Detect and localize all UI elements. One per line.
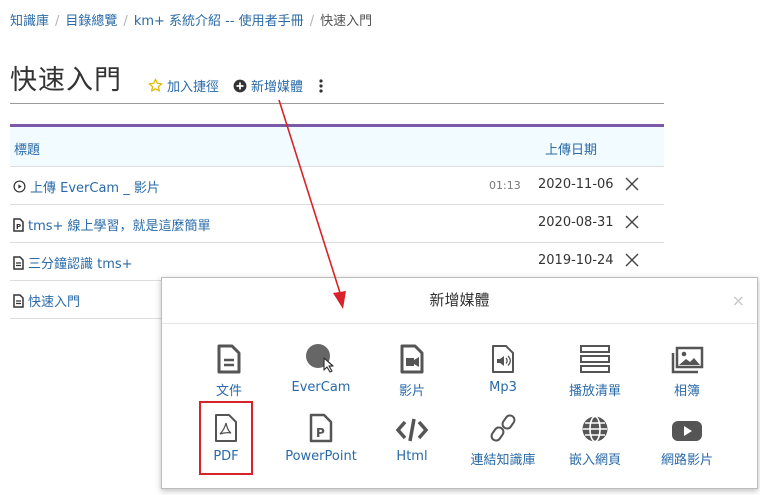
media-type-web-video[interactable]: 網路影片 (642, 403, 732, 471)
media-type-doc[interactable]: 文件 (184, 334, 274, 402)
svg-text:P: P (316, 426, 325, 440)
video-file-icon (400, 344, 424, 374)
row-title-link[interactable]: 快速入門 (13, 291, 80, 310)
media-type-html[interactable]: Html (367, 403, 457, 471)
title-divider (10, 103, 664, 104)
globe-icon (582, 415, 608, 443)
media-type-playlist[interactable]: 播放清單 (550, 334, 640, 402)
media-type-mp3[interactable]: Mp3 (458, 334, 548, 402)
more-options-button[interactable] (317, 78, 329, 94)
play-circle-icon (13, 180, 26, 193)
add-media-button[interactable]: 新增媒體 (233, 76, 303, 95)
svg-text:P: P (16, 223, 21, 231)
code-icon (395, 418, 429, 442)
row-date: 2020-08-31 (538, 215, 614, 230)
document-icon (217, 344, 241, 374)
row-duration: 01:13 (489, 179, 521, 192)
breadcrumb-item-catalog[interactable]: 目錄總覽 (65, 14, 117, 29)
document-icon (13, 255, 24, 270)
playlist-icon (580, 345, 610, 373)
table-row: 三分鐘認識 tms+ 2019-10-24 (10, 243, 664, 281)
powerpoint-file-icon: P (13, 217, 24, 232)
row-title-link[interactable]: 上傳 EverCam _ 影片 (13, 177, 160, 196)
add-media-dialog: 新增媒體 × 文件 EverCam 影片 Mp3 播放清單 相簿 PDF P P… (161, 277, 758, 489)
dialog-close-button[interactable]: × (732, 291, 745, 310)
document-icon (13, 293, 24, 308)
plus-circle-icon (233, 79, 247, 92)
column-header-date[interactable]: 上傳日期 (545, 139, 597, 158)
media-type-pdf[interactable]: PDF (199, 401, 253, 475)
media-type-video[interactable]: 影片 (367, 334, 457, 402)
media-type-kb-link[interactable]: 連結知識庫 (458, 403, 548, 471)
pdf-icon (215, 414, 237, 442)
breadcrumb-item-manual[interactable]: km+ 系統介紹 -- 使用者手冊 (134, 14, 304, 29)
evercam-icon (306, 344, 334, 373)
youtube-icon (672, 421, 702, 441)
table-row: P tms+ 線上學習，就是這麼簡單 2020-08-31 (10, 205, 664, 243)
add-shortcut-button[interactable]: 加入捷徑 (148, 76, 219, 95)
table-row: 上傳 EverCam _ 影片 01:13 2020-11-06 (10, 167, 664, 205)
star-icon (148, 78, 163, 92)
row-title-link[interactable]: 三分鐘認識 tms+ (13, 253, 133, 272)
media-type-album[interactable]: 相簿 (642, 334, 732, 402)
media-type-embed-web[interactable]: 嵌入網頁 (550, 403, 640, 471)
row-date: 2020-11-06 (538, 177, 614, 192)
table-header: 標題 上傳日期 (10, 124, 664, 167)
breadcrumb-current: 快速入門 (320, 14, 373, 29)
powerpoint-icon: P (309, 413, 333, 443)
dialog-title: 新增媒體 (429, 291, 490, 309)
row-title-link[interactable]: P tms+ 線上學習，就是這麼簡單 (13, 215, 211, 234)
breadcrumb: 知識庫 / 目錄總覽 / km+ 系統介紹 -- 使用者手冊 / 快速入門 (10, 14, 373, 29)
title-actions: 加入捷徑 新增媒體 (148, 76, 343, 95)
delete-icon[interactable] (624, 214, 640, 230)
link-icon (490, 414, 516, 442)
breadcrumb-item-kb[interactable]: 知識庫 (10, 14, 49, 29)
page-title: 快速入門 (10, 65, 122, 96)
column-header-title[interactable]: 標題 (14, 139, 40, 158)
delete-icon[interactable] (624, 176, 640, 192)
media-type-evercam[interactable]: EverCam (276, 334, 366, 402)
dialog-header: 新增媒體 × (162, 278, 757, 324)
audio-file-icon (492, 345, 514, 373)
album-icon (671, 346, 704, 374)
media-type-powerpoint[interactable]: P PowerPoint (276, 403, 366, 471)
delete-icon[interactable] (624, 252, 640, 268)
row-date: 2019-10-24 (538, 253, 614, 268)
vertical-ellipsis-icon (319, 78, 323, 93)
